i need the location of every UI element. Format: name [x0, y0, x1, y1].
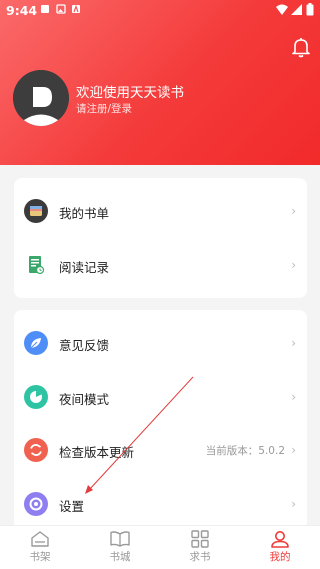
login-link[interactable]: 请注册/登录	[76, 101, 132, 116]
chevron-right-icon: ›	[291, 204, 296, 218]
reading-record-row[interactable]: 阅读记录 ›	[14, 245, 307, 285]
my-books-card: 我的书单 › 阅读记录 ›	[14, 178, 307, 298]
chevron-right-icon: ›	[291, 390, 296, 404]
font-icon	[72, 4, 80, 13]
update-icon	[24, 438, 48, 462]
feedback-label: 意见反馈	[59, 338, 110, 353]
tab-request-book-label: 求书	[189, 551, 211, 563]
welcome-text: 欢迎使用天天读书	[76, 85, 184, 101]
night-mode-icon	[24, 385, 48, 409]
night-mode-label: 夜间模式	[59, 392, 110, 407]
booklist-icon	[24, 199, 48, 223]
tab-profile[interactable]: 我的	[240, 530, 320, 569]
tab-bookstore[interactable]: 书城	[80, 530, 160, 569]
booklist-row[interactable]: 我的书单 ›	[14, 191, 307, 231]
chevron-right-icon: ›	[291, 443, 296, 457]
wifi-icon	[276, 4, 288, 15]
settings-row[interactable]: 设置 ›	[14, 484, 307, 524]
profile-icon	[271, 531, 289, 548]
status-time: 9:44	[6, 3, 38, 18]
bell-icon[interactable]	[290, 36, 312, 58]
check-update-label: 检查版本更新	[59, 445, 135, 460]
current-version: 当前版本：5.0.2	[205, 445, 285, 457]
bottom-tab-bar: 书架 书城 求书 我的	[0, 525, 320, 569]
feedback-row[interactable]: 意见反馈 ›	[14, 323, 307, 363]
default-avatar-icon	[13, 70, 69, 126]
status-bar: 9:44	[0, 0, 320, 22]
bookshelf-icon	[31, 531, 49, 547]
tab-request-book[interactable]: 求书	[160, 530, 240, 569]
settings-icon	[24, 492, 48, 516]
night-mode-row[interactable]: 夜间模式 ›	[14, 377, 307, 417]
chevron-right-icon: ›	[291, 336, 296, 350]
check-update-row[interactable]: 检查版本更新 当前版本：5.0.2 ›	[14, 430, 307, 470]
image-icon	[56, 4, 66, 14]
settings-label: 设置	[59, 499, 85, 514]
tab-bookshelf-label: 书架	[29, 551, 51, 563]
chevron-right-icon: ›	[291, 258, 296, 272]
battery-icon	[306, 3, 314, 16]
bookstore-icon	[110, 531, 130, 547]
tab-bookshelf[interactable]: 书架	[0, 530, 80, 569]
reading-record-icon	[29, 256, 45, 275]
reading-record-label: 阅读记录	[59, 260, 110, 275]
sim-icon	[41, 5, 49, 13]
booklist-label: 我的书单	[59, 206, 110, 221]
settings-card: 意见反馈 › 夜间模式 › 检查版本更新 当前版本：5.0.2 › 设置 ›	[14, 310, 307, 530]
signal-icon	[291, 4, 302, 15]
feedback-icon	[24, 331, 48, 355]
tab-bookstore-label: 书城	[109, 551, 131, 563]
avatar[interactable]	[13, 70, 69, 126]
request-book-icon	[191, 530, 209, 548]
chevron-right-icon: ›	[291, 497, 296, 511]
tab-profile-label: 我的	[269, 551, 291, 563]
